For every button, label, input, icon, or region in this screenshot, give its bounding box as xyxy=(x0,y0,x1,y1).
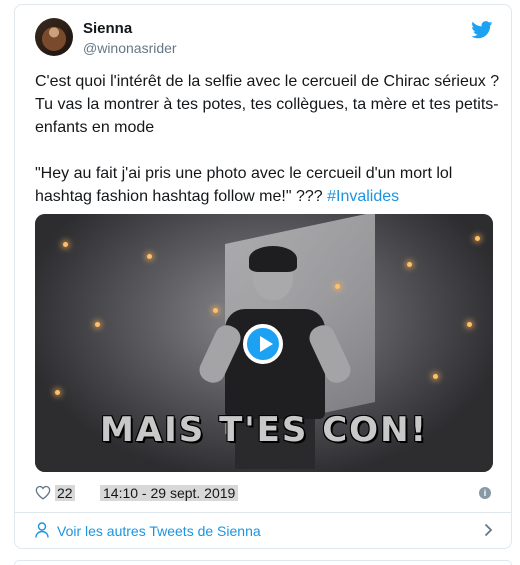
next-card-edge xyxy=(14,560,512,565)
person-figure xyxy=(225,309,325,419)
tweet-meta: 22 14:10 - 29 sept. 2019 i xyxy=(35,483,495,503)
stage-light xyxy=(335,284,340,289)
user-handle[interactable]: @winonasrider xyxy=(83,40,177,56)
stage-light xyxy=(433,374,438,379)
person-figure xyxy=(249,246,297,272)
stage-light xyxy=(63,242,68,247)
tweet-timestamp[interactable]: 14:10 - 29 sept. 2019 xyxy=(100,485,239,501)
stage-light xyxy=(467,322,472,327)
chevron-right-icon[interactable] xyxy=(484,523,493,537)
person-icon xyxy=(35,522,49,538)
heart-icon[interactable] xyxy=(35,485,51,500)
avatar[interactable] xyxy=(35,18,73,56)
view-more-tweets-link[interactable]: Voir les autres Tweets de Sienna xyxy=(35,521,495,543)
stage-light xyxy=(55,390,60,395)
like-count[interactable]: 22 xyxy=(55,485,75,501)
display-name[interactable]: Sienna xyxy=(83,20,132,37)
play-icon[interactable] xyxy=(243,324,283,364)
stage-light xyxy=(147,254,152,259)
tweet-paragraph-2: "Hey au fait j'ai pris une photo avec le… xyxy=(35,162,500,208)
divider xyxy=(15,512,511,513)
tweet-card: Sienna @winonasrider C'est quoi l'intérê… xyxy=(14,4,512,549)
stage-light xyxy=(475,236,480,241)
twitter-bird-icon[interactable] xyxy=(471,21,493,39)
info-icon[interactable]: i xyxy=(479,487,491,499)
stage-light xyxy=(95,322,100,327)
tweet-text: C'est quoi l'intérêt de la selfie avec l… xyxy=(35,70,500,231)
tweet-paragraph-1: C'est quoi l'intérêt de la selfie avec l… xyxy=(35,73,500,136)
stage-light xyxy=(407,262,412,267)
video-caption: MAIS T'ES CON! xyxy=(99,410,429,450)
hashtag-link[interactable]: #Invalides xyxy=(327,188,399,205)
view-more-tweets-label[interactable]: Voir les autres Tweets de Sienna xyxy=(57,523,261,539)
stage-light xyxy=(213,308,218,313)
video-media[interactable]: MAIS T'ES CON! xyxy=(35,214,493,472)
